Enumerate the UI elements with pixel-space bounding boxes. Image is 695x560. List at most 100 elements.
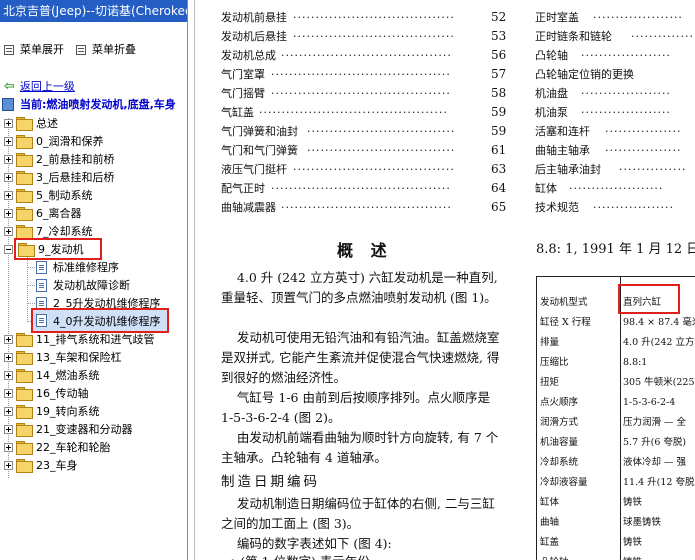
- spec-key: 发动机型式: [540, 297, 588, 308]
- tree-item-engine-diagnosis[interactable]: 发动机故障诊断: [36, 276, 130, 294]
- back-link[interactable]: ⇦ 返回上一级: [4, 77, 75, 95]
- expand-icon[interactable]: [4, 352, 13, 362]
- tree-item-engine[interactable]: 9_发动机: [4, 238, 102, 260]
- toc-title: 气缸盖: [221, 106, 254, 119]
- menu-expand-icon: [4, 45, 14, 55]
- toc-entry[interactable]: 气缸盖 ····································…: [221, 103, 507, 122]
- back-arrow-icon: ⇦: [4, 78, 15, 94]
- toc-entry[interactable]: 配气正时 ···································…: [221, 179, 507, 198]
- spec-row: 凸轮轴 铸铁: [537, 553, 695, 560]
- tree-item-steering[interactable]: 19_转向系统: [4, 402, 100, 420]
- toc-leader: ··················: [593, 201, 674, 214]
- tree-item-brakes[interactable]: 5_制动系统: [4, 186, 93, 204]
- tree-item-wheels[interactable]: 22_车轮和轮胎: [4, 438, 111, 456]
- spec-value: 8.8:1: [623, 357, 648, 368]
- tree-item-standard-procedures[interactable]: 标准维修程序: [36, 258, 119, 276]
- toc-leader: ····················: [581, 106, 671, 119]
- tree-item-exhaust[interactable]: 11_排气系统和进气歧管: [4, 330, 155, 348]
- toc-entry[interactable]: 发动机前悬挂 ·································…: [221, 8, 507, 27]
- tree-item-cooling[interactable]: 7_冷却系统: [4, 222, 93, 240]
- document-viewer[interactable]: 发动机前悬挂 ·································…: [189, 0, 695, 560]
- toc-page: 58: [491, 86, 507, 100]
- toc-entry[interactable]: 气门和气门弹簧 ································…: [221, 141, 507, 160]
- expand-icon[interactable]: [4, 172, 13, 182]
- spec-row: 缸盖 铸铁: [537, 533, 695, 553]
- expand-menu-button[interactable]: 菜单展开: [4, 42, 64, 58]
- toc-entry[interactable]: 气门弹簧和油封 ································…: [221, 122, 507, 141]
- document-icon: [36, 278, 47, 292]
- expand-icon[interactable]: [4, 370, 13, 380]
- tree-connector: [27, 267, 35, 268]
- toc-leader: ········································: [271, 182, 451, 195]
- pane-divider[interactable]: [189, 0, 195, 560]
- collapse-menu-button[interactable]: 菜单折叠: [76, 42, 136, 58]
- toc-entry[interactable]: 发动机后悬挂 ·································…: [221, 27, 507, 46]
- expand-icon[interactable]: [4, 118, 13, 128]
- expand-icon[interactable]: [4, 190, 13, 200]
- toc-leader: ········································: [271, 87, 451, 100]
- spec-key: 冷却系统: [540, 457, 579, 468]
- expand-icon[interactable]: [4, 226, 13, 236]
- expand-icon[interactable]: [4, 442, 13, 452]
- tree-item-driveshaft[interactable]: 16_传动轴: [4, 384, 89, 402]
- toc-leader: ····································: [293, 11, 455, 24]
- tree-item-overview[interactable]: 总述: [4, 114, 58, 132]
- spec-value: 98.4 × 87.4 毫米: [623, 317, 695, 328]
- expand-icon[interactable]: [4, 388, 13, 398]
- toc-entry[interactable]: 曲轴减震器 ··································…: [221, 198, 507, 217]
- tree-item-4-0l-engine[interactable]: 4_0升发动机维修程序: [31, 308, 169, 333]
- tree-item-label: 总述: [36, 117, 58, 130]
- tree-item-frame[interactable]: 13_车架和保险杠: [4, 348, 122, 366]
- tree-item-body[interactable]: 23_车身: [4, 456, 78, 474]
- navigation-tree-pane: 北京吉普(Jeep)--切诺基(Cherokee) 菜单展开 菜单折叠 ⇦ 返回…: [0, 0, 188, 560]
- toc-title: 活塞和连杆: [535, 125, 590, 138]
- document-icon: [36, 260, 47, 274]
- toc-entry[interactable]: 液压气门挺杆 ·································…: [221, 160, 507, 179]
- expand-icon[interactable]: [4, 460, 13, 470]
- tree-connector: [27, 285, 35, 286]
- spec-value: 305 牛顿米(225: [623, 377, 695, 388]
- toc-title: 曲轴减震器: [221, 201, 276, 214]
- tree-item-label: 19_转向系统: [36, 405, 100, 418]
- spec-key: 冷却液容量: [540, 477, 588, 488]
- expand-icon[interactable]: [4, 136, 13, 146]
- spec-value: 1-5-3-6-2-4: [623, 397, 676, 408]
- spec-row: 排量 4.0 升(242 立方英寸): [537, 333, 695, 353]
- toc-title: 凸轮轴: [535, 49, 568, 62]
- expand-icon[interactable]: [4, 406, 13, 416]
- collapse-icon[interactable]: [4, 244, 13, 254]
- toc-leader: ······································: [281, 201, 452, 214]
- tree-item-label: 2_前悬挂和前桥: [36, 153, 115, 166]
- folder-icon: [16, 459, 33, 473]
- toc-entry[interactable]: 发动机总成 ··································…: [221, 46, 507, 65]
- body-paragraph: 发动机制造日期编码位于缸体的右侧, 二与三缸之间的加工面上 (图 3)。: [221, 496, 495, 531]
- expand-icon[interactable]: [4, 334, 13, 344]
- toc-title: 正时室盖: [535, 11, 579, 24]
- toc-entry[interactable]: 气门室罩 ···································…: [221, 65, 507, 84]
- expand-icon[interactable]: [4, 424, 13, 434]
- tree-item-lubrication[interactable]: 0_润滑和保养: [4, 132, 104, 150]
- body-paragraph: 由发动机前端看曲轴为顺时针方向旋转, 有 7 个主轴承。凸轮轴有 4 道轴承。: [221, 430, 499, 465]
- tree-item-transmission[interactable]: 21_变速器和分动器: [4, 420, 133, 438]
- tree-item-front-suspension[interactable]: 2_前悬挂和前桥: [4, 150, 115, 168]
- toc-entry[interactable]: 气门摇臂 ···································…: [221, 84, 507, 103]
- tree-item-rear-suspension[interactable]: 3_后悬挂和后桥: [4, 168, 115, 186]
- toc-title: 机油盘: [535, 87, 568, 100]
- spec-value: 铸铁: [623, 537, 643, 548]
- expand-icon[interactable]: [4, 154, 13, 164]
- tree-item-fuel[interactable]: 14_燃油系统: [4, 366, 100, 384]
- spec-table: 发动机型式 直列六缸 缸径 X 行程 98.4 × 87.4 毫米 排量 4.0 升(…: [536, 276, 695, 560]
- folder-icon: [16, 423, 33, 437]
- toc-leader: ········································…: [259, 106, 448, 119]
- expand-icon[interactable]: [4, 208, 13, 218]
- toc-title: 技术规范: [535, 201, 579, 214]
- body-paragraph: 气缸号 1-6 由前到后按顺序排列。点火顺序是 1-5-3-6-2-4 (图 2…: [221, 390, 494, 425]
- toc-leader: ··············: [631, 30, 694, 43]
- spec-key: 排量: [540, 337, 560, 348]
- toc-page: 56: [491, 48, 507, 62]
- spec-row: 机油容量 5.7 升(6 夸脱): [537, 433, 695, 453]
- tree-item-clutch[interactable]: 6_离合器: [4, 204, 82, 222]
- document-icon: [36, 314, 47, 327]
- spec-value: 11.4 升(12 夸脱): [623, 477, 695, 488]
- folder-icon: [16, 387, 33, 401]
